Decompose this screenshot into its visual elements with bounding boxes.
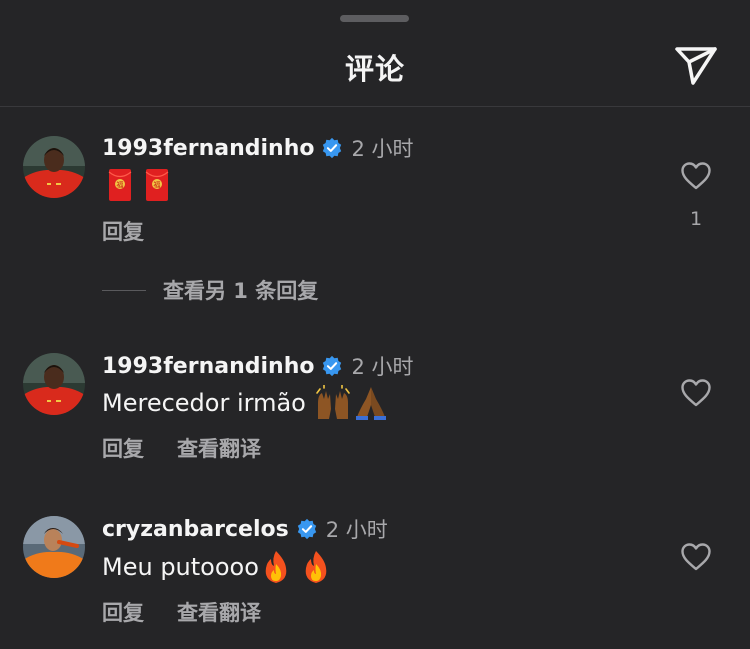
comment-header: 1993fernandinho 2 小时 bbox=[102, 133, 414, 163]
sheet-grabber[interactable] bbox=[340, 15, 409, 22]
avatar[interactable] bbox=[23, 353, 85, 415]
timestamp: 2 小时 bbox=[351, 137, 414, 161]
comment-text: 福 福 bbox=[102, 168, 169, 202]
comments-header: 评论 bbox=[0, 28, 750, 106]
comment-actions: 回复 bbox=[102, 216, 144, 246]
reply-button[interactable]: 回复 bbox=[102, 433, 144, 463]
like-heart-icon[interactable] bbox=[680, 161, 712, 191]
username[interactable]: 1993fernandinho bbox=[102, 136, 314, 161]
replies-line bbox=[102, 289, 146, 291]
view-replies-label[interactable]: 查看另 1 条回复 bbox=[163, 275, 318, 305]
page-title: 评论 bbox=[344, 52, 405, 86]
fire-icon bbox=[305, 551, 327, 583]
timestamp: 2 小时 bbox=[325, 518, 388, 542]
comment-header: 1993fernandinho 2 小时 bbox=[102, 351, 414, 381]
verified-badge-icon bbox=[297, 518, 316, 540]
reply-button[interactable]: 回复 bbox=[102, 597, 144, 627]
like-heart-icon[interactable] bbox=[680, 378, 712, 408]
send-icon[interactable] bbox=[672, 42, 720, 86]
see-translation-button[interactable]: 查看翻译 bbox=[177, 433, 261, 463]
header-divider bbox=[0, 106, 750, 107]
like-count: 1 bbox=[689, 208, 703, 230]
svg-text:福: 福 bbox=[154, 180, 161, 189]
reply-button[interactable]: 回复 bbox=[102, 216, 144, 246]
comment-header: cryzanbarcelos 2 小时 bbox=[102, 514, 388, 544]
comment-actions: 回复 查看翻译 bbox=[102, 597, 261, 627]
timestamp: 2 小时 bbox=[351, 355, 414, 379]
raising-hands-icon bbox=[316, 385, 350, 419]
folded-hands-icon bbox=[355, 387, 386, 420]
avatar[interactable] bbox=[23, 136, 85, 198]
red-envelope-icon: 福 bbox=[108, 169, 132, 201]
view-more-replies[interactable]: 查看另 1 条回复 bbox=[102, 276, 318, 304]
see-translation-button[interactable]: 查看翻译 bbox=[177, 597, 261, 627]
verified-badge-icon bbox=[323, 137, 342, 159]
comment-actions: 回复 查看翻译 bbox=[102, 433, 261, 463]
username[interactable]: cryzanbarcelos bbox=[102, 517, 289, 542]
like-heart-icon[interactable] bbox=[680, 542, 712, 572]
comment-text: Merecedor irmão bbox=[102, 385, 388, 421]
red-envelope-icon: 福 bbox=[145, 169, 169, 201]
fire-icon bbox=[265, 551, 287, 583]
verified-badge-icon bbox=[323, 355, 342, 377]
avatar[interactable] bbox=[23, 516, 85, 578]
svg-text:福: 福 bbox=[117, 180, 124, 189]
username[interactable]: 1993fernandinho bbox=[102, 354, 314, 379]
comment-text: Meu putoooo bbox=[102, 549, 331, 585]
